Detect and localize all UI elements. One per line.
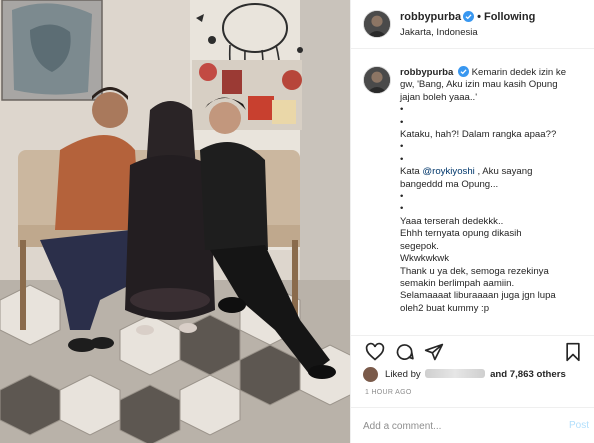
- post-photo-illustration: [0, 0, 350, 443]
- liker-avatar[interactable]: [363, 367, 378, 382]
- share-icon: [424, 343, 444, 361]
- likes-prefix: Liked by: [385, 369, 421, 380]
- caption-line: Kataku, hah?! Dalam rangka apaa??: [400, 129, 557, 141]
- post-photo[interactable]: [0, 0, 350, 443]
- heart-icon: [365, 342, 385, 361]
- caption-line: Wkwkwkwk: [400, 253, 450, 265]
- caption-line: bangeddd ma Opung...: [400, 178, 499, 190]
- post-location[interactable]: Jakarta, Indonesia: [400, 27, 478, 38]
- author-avatar[interactable]: [363, 10, 391, 38]
- caption-line: jajan boleh yaaa..': [400, 91, 478, 103]
- likes-text: Liked by and 7,863 others: [385, 369, 566, 380]
- caption-line: semakin berlimpah aamiin.: [400, 277, 515, 289]
- caption-line: •: [400, 141, 404, 153]
- liker-username-blurred[interactable]: [425, 369, 486, 378]
- author-line: robbypurba • Following: [400, 11, 535, 23]
- post-caption: robbypurba Kemarin dedek izin ke gw, 'Ba…: [351, 57, 594, 333]
- caption-line: •: [400, 153, 404, 165]
- comment-box: Post: [351, 407, 594, 443]
- comment-icon: [396, 344, 414, 360]
- action-bar: [351, 335, 594, 365]
- caption-text: robbypurba Kemarin dedek izin ke gw, 'Ba…: [400, 66, 590, 315]
- post-sidebar: robbypurba • Following Jakarta, Indonesia …: [350, 0, 594, 443]
- caption-author-avatar[interactable]: [363, 66, 391, 94]
- bookmark-icon: [566, 342, 580, 362]
- caption-line: Yaaa terserah dedekkk..: [400, 215, 504, 227]
- caption-line: segepok.: [400, 240, 439, 252]
- comment-button[interactable]: [395, 342, 415, 362]
- like-button[interactable]: [365, 342, 385, 362]
- post-header: robbypurba • Following Jakarta, Indonesia: [351, 0, 594, 49]
- caption-line: Ehhh ternyata opung dikasih: [400, 228, 522, 240]
- caption-line: Thank u ya dek, semoga rezekinya: [400, 265, 549, 277]
- post-comment-button[interactable]: Post: [569, 420, 589, 431]
- caption-line: •: [400, 104, 404, 116]
- follow-state-button[interactable]: Following: [484, 11, 535, 23]
- caption-line: •: [400, 116, 404, 128]
- comment-input[interactable]: [363, 417, 543, 435]
- caption-line: gw, 'Bang, Aku izin mau kasih Opung: [400, 79, 558, 91]
- likes-summary: Liked by and 7,863 others: [363, 367, 591, 383]
- mention-link[interactable]: @roykiyoshi: [422, 166, 474, 177]
- share-button[interactable]: [424, 342, 444, 362]
- caption-line: •: [400, 203, 404, 215]
- caption-line: oleh2 buat kummy :p: [400, 302, 490, 314]
- caption-line: Kemarin dedek izin ke: [471, 67, 567, 78]
- save-button[interactable]: [563, 342, 583, 362]
- likes-count-link[interactable]: and 7,863 others: [490, 369, 566, 380]
- header-separator: •: [477, 11, 481, 23]
- caption-username[interactable]: robbypurba: [400, 67, 453, 78]
- caption-line: Selamaaaat liburaaaan juga jgn lupa: [400, 290, 556, 302]
- author-username[interactable]: robbypurba: [400, 11, 461, 23]
- caption-line: •: [400, 191, 404, 203]
- verified-badge-icon: [457, 66, 469, 77]
- post-timestamp[interactable]: 1 HOUR AGO: [365, 389, 412, 396]
- caption-line-with-mention: Kata @roykiyoshi , Aku sayang: [400, 166, 533, 178]
- verified-badge-icon: [463, 11, 475, 22]
